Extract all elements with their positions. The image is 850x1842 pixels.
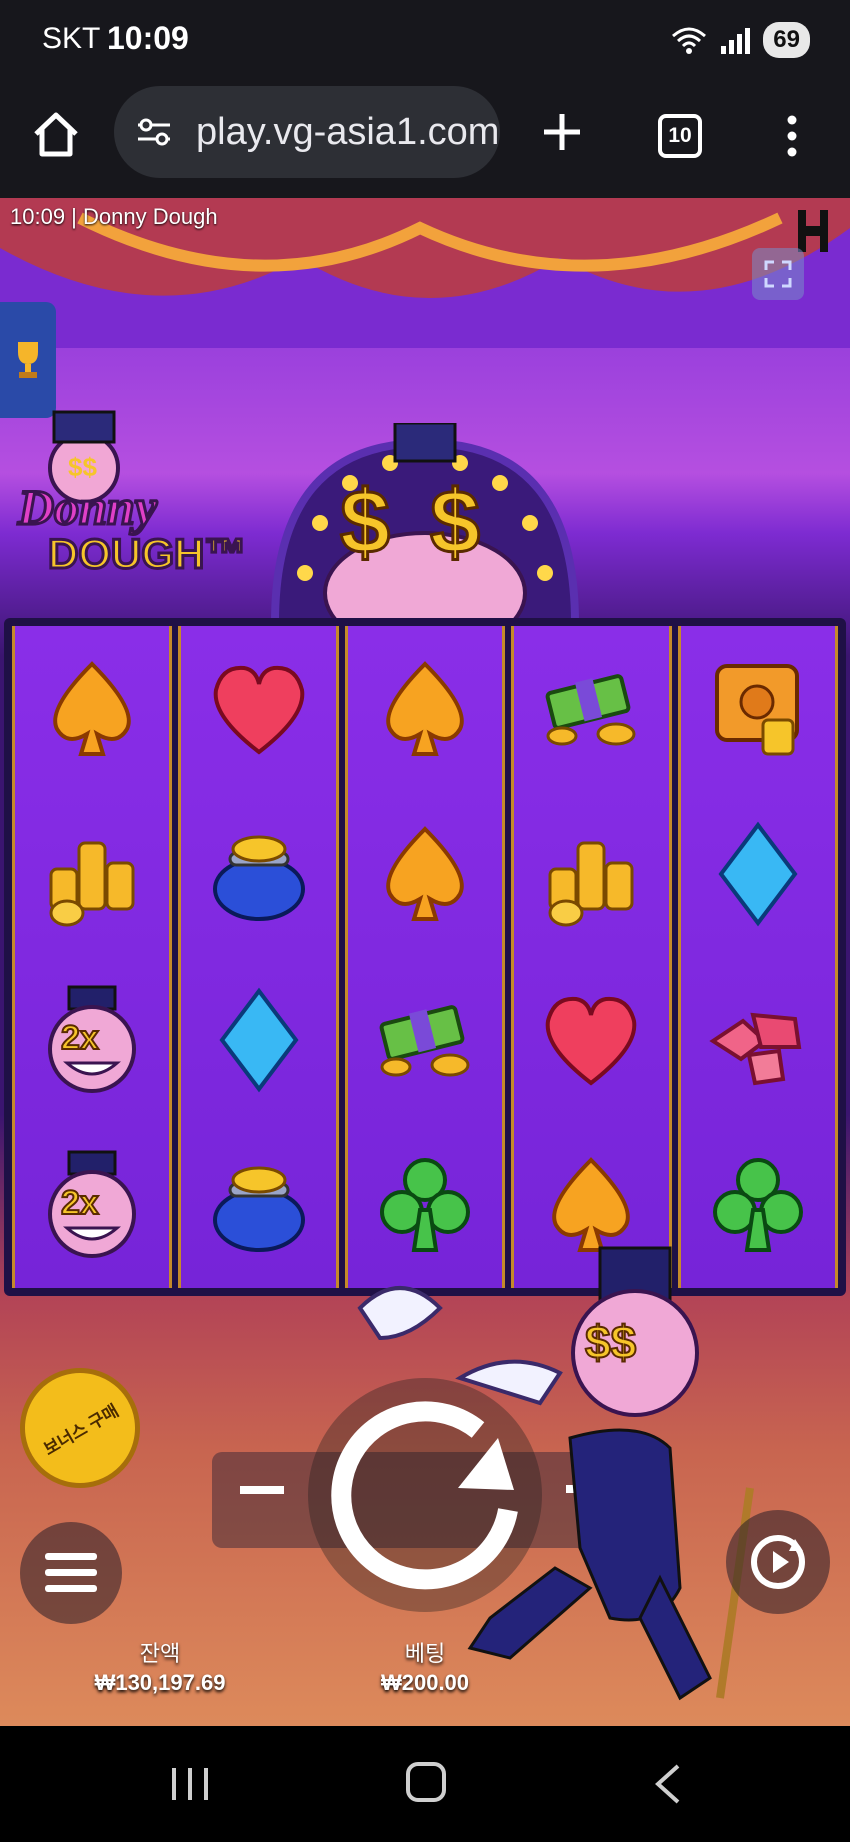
reel-column — [178, 626, 339, 1289]
reel-cell — [681, 792, 835, 958]
svg-text:$$: $$ — [585, 1316, 636, 1368]
multiplier-2x-icon: 2x — [48, 1150, 137, 1259]
reel-column — [511, 626, 672, 1288]
logo-text-dough: DOUGH™ — [48, 530, 246, 577]
reel-cell — [514, 792, 668, 958]
slot-reels: 2x 2x — [4, 618, 846, 1296]
autoplay-button[interactable] — [726, 1510, 830, 1614]
reel-column — [677, 626, 838, 1288]
battery-indicator: 69 — [763, 22, 810, 58]
safe-gold-icon — [714, 663, 799, 756]
status-bar: SKT 10:09 69 — [0, 0, 850, 80]
cash-stack-icon — [546, 673, 636, 746]
reel-column — [344, 626, 506, 1288]
reel-cell — [681, 626, 835, 792]
carrier-label: SKT — [42, 22, 101, 55]
bonus-buy-label: 보너스 구매 — [40, 1400, 122, 1459]
trophy-icon — [18, 342, 38, 378]
heart-red-icon — [213, 665, 304, 755]
game-canvas[interactable]: 10:09 | Donny Dough $$ Donny DOUGH™ $ $ … — [0, 198, 850, 1726]
svg-text:$: $ — [340, 473, 390, 573]
multiplier-label: 2x — [61, 1019, 99, 1057]
spade-orange-icon — [53, 660, 131, 756]
bet-display: 베팅 ₩200.00 — [360, 1636, 490, 1696]
character-marquee: $ $ — [270, 423, 580, 623]
recents-icon[interactable] — [170, 1766, 210, 1802]
bet-value: ₩200.00 — [380, 1670, 470, 1695]
game-title: Donny Dough — [83, 204, 218, 229]
hamburger-icon — [45, 1553, 97, 1592]
reel-cell — [181, 1123, 335, 1289]
reel-cell — [514, 626, 668, 792]
bonus-buy-button[interactable]: 보너스 구매 — [0, 1346, 162, 1510]
game-clock-value: 10:09 — [10, 204, 66, 229]
spade-orange-icon — [386, 660, 464, 756]
tab-switcher-button[interactable]: 10 — [658, 114, 702, 158]
coin-stack-icon — [49, 841, 135, 927]
svg-text:$$: $$ — [68, 452, 97, 482]
home-icon[interactable] — [30, 108, 82, 160]
browser-toolbar: play.vg-asia1.com 10 — [0, 80, 850, 198]
new-tab-icon[interactable] — [540, 110, 584, 154]
heart-red-icon — [546, 996, 637, 1086]
status-icons: 69 — [671, 22, 810, 58]
coin-purse-icon — [212, 835, 305, 922]
site-settings-icon[interactable] — [134, 116, 174, 148]
fullscreen-icon[interactable] — [752, 248, 804, 300]
coin-purse-icon — [212, 1166, 305, 1253]
address-bar[interactable]: play.vg-asia1.com — [114, 86, 500, 178]
game-logo: $$ Donny DOUGH™ — [16, 410, 248, 578]
balance-value: ₩130,197.69 — [94, 1670, 226, 1695]
more-menu-icon[interactable] — [780, 114, 804, 158]
reel-cell — [15, 626, 169, 792]
android-nav-bar — [0, 1726, 850, 1842]
tournament-tab[interactable] — [0, 302, 56, 418]
balance-display: 잔액 ₩130,197.69 — [80, 1636, 240, 1696]
game-clock: 10:09 | Donny Dough — [10, 204, 218, 229]
back-icon[interactable] — [650, 1762, 684, 1806]
reel-cell: 2x — [15, 1123, 169, 1289]
cash-stack-icon — [379, 1004, 470, 1077]
url-text: play.vg-asia1.com — [196, 110, 500, 153]
reel-cell: 2x — [15, 957, 169, 1123]
wifi-icon — [672, 27, 707, 54]
reel-cell — [15, 792, 169, 958]
reel-cell — [681, 957, 835, 1123]
spade-orange-icon — [386, 826, 464, 922]
multiplier-2x-icon: 2x — [48, 985, 137, 1093]
autoplay-icon — [751, 1535, 805, 1589]
reel-column: 2x 2x — [12, 626, 173, 1289]
signal-icon — [721, 28, 751, 54]
ruby-gems-icon — [709, 1012, 802, 1085]
reel-cell — [348, 626, 502, 792]
reel-cell — [348, 792, 502, 958]
decrease-bet-icon[interactable] — [236, 1464, 288, 1516]
bet-label: 베팅 — [404, 1641, 446, 1666]
reel-cell — [181, 626, 335, 792]
status-clock: 10:09 — [107, 20, 189, 56]
svg-text:$: $ — [430, 473, 480, 573]
reel-cell — [348, 957, 502, 1123]
reel-cell — [514, 957, 668, 1123]
reel-cell — [181, 792, 335, 958]
diamond-blue-icon — [718, 821, 798, 927]
balance-label: 잔액 — [139, 1641, 181, 1666]
game-menu-button[interactable] — [20, 1522, 122, 1624]
multiplier-label: 2x — [61, 1184, 99, 1222]
logo-text-donny: Donny — [17, 479, 158, 535]
coin-stack-icon — [548, 841, 634, 927]
reel-cell — [181, 957, 335, 1123]
diamond-blue-icon — [219, 987, 299, 1093]
nav-home-icon[interactable] — [406, 1762, 446, 1802]
